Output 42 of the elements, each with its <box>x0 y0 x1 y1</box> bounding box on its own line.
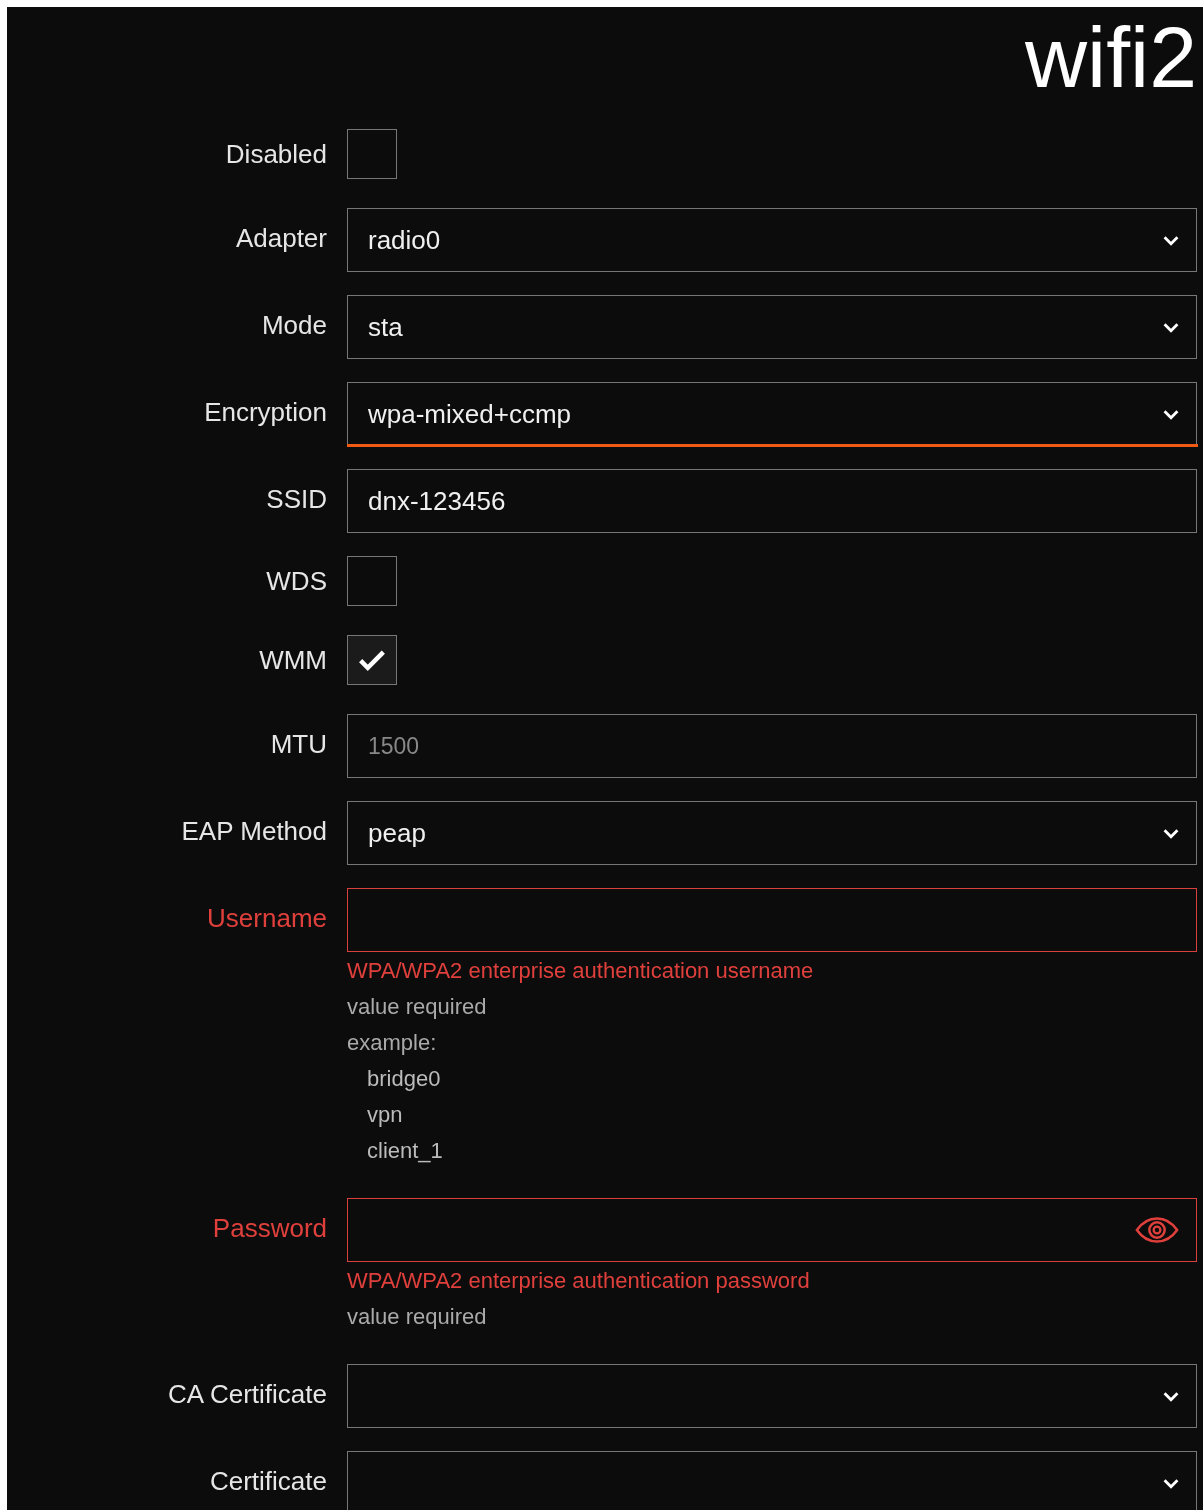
example-item: client_1 <box>366 1137 443 1165</box>
dropdown-select[interactable] <box>347 1451 1197 1510</box>
dropdown-select[interactable]: sta <box>347 295 1197 359</box>
field-label: CA Certificate <box>167 1378 327 1411</box>
text-field[interactable] <box>347 888 1197 952</box>
dropdown-select[interactable]: peap <box>347 801 1197 865</box>
field-label: Encryption <box>203 396 327 429</box>
checkbox[interactable] <box>347 129 397 179</box>
chevron-down-icon <box>1162 826 1180 840</box>
field-label: SSID <box>265 483 327 516</box>
field-hint: WPA/WPA2 enterprise authentication username <box>347 957 814 985</box>
dropdown-select[interactable] <box>347 1364 1197 1428</box>
text-field[interactable]: 1500 <box>347 714 1197 778</box>
error-message: value required <box>347 993 487 1021</box>
dropdown-select[interactable]: radio0 <box>347 208 1197 272</box>
field-label: WDS <box>265 565 327 598</box>
dropdown-select[interactable]: wpa-mixed+ccmp <box>347 382 1197 446</box>
field-label: EAP Method <box>180 815 327 848</box>
field-label: WMM <box>258 644 327 677</box>
field-label: Username <box>206 902 327 935</box>
field-label: MTU <box>269 728 327 761</box>
field-label: Mode <box>260 309 327 342</box>
error-message: value required <box>347 1303 487 1331</box>
chevron-down-icon <box>1162 233 1180 247</box>
checkbox[interactable] <box>347 556 397 606</box>
password-field[interactable] <box>347 1198 1197 1262</box>
eye-icon[interactable] <box>1134 1215 1180 1245</box>
text-field[interactable]: dnx-123456 <box>347 469 1197 533</box>
field-label: Certificate <box>208 1465 327 1498</box>
field-label: Password <box>211 1212 327 1245</box>
example-item: vpn <box>366 1101 403 1129</box>
chevron-down-icon <box>1162 1476 1180 1490</box>
chevron-down-icon <box>1162 320 1180 334</box>
checkbox[interactable] <box>347 635 397 685</box>
field-label: Disabled <box>224 138 327 171</box>
example-item: bridge0 <box>366 1065 441 1093</box>
example-label: example: <box>347 1029 437 1057</box>
chevron-down-icon <box>1162 407 1180 421</box>
page-title: wifi2 <box>1024 8 1197 107</box>
field-label: Adapter <box>234 222 327 255</box>
field-hint: WPA/WPA2 enterprise authentication password <box>347 1267 810 1295</box>
chevron-down-icon <box>1162 1389 1180 1403</box>
